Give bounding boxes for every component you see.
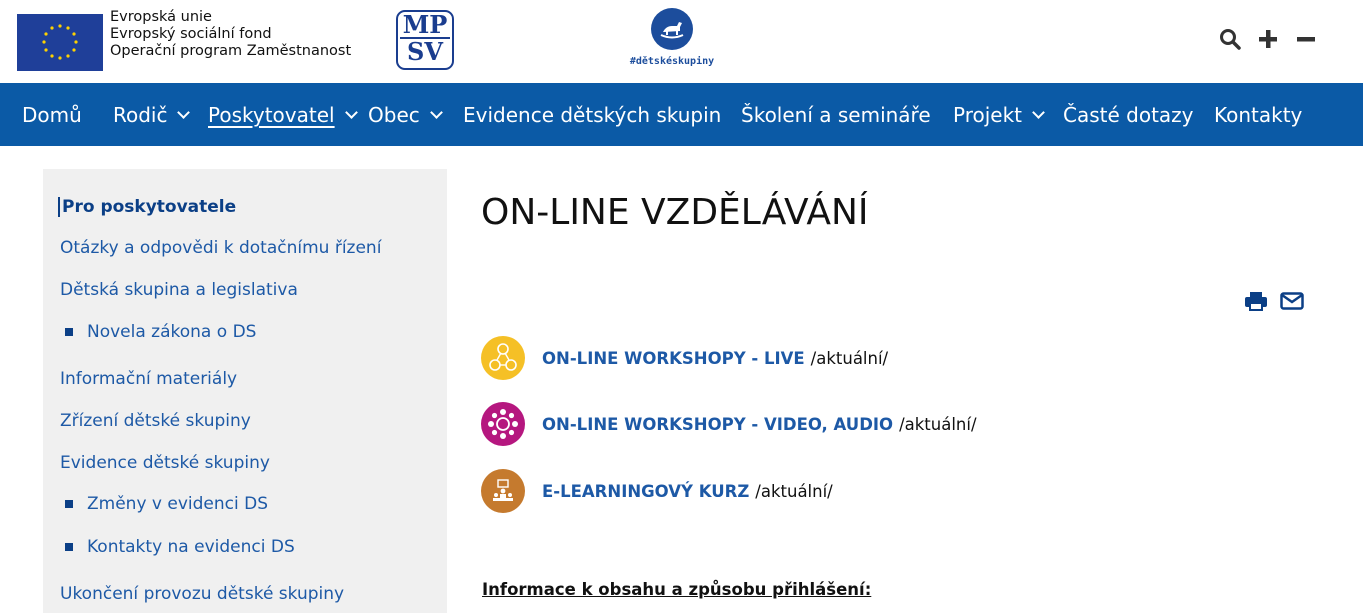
bullet-square-icon: [65, 328, 73, 336]
list-item: ON-LINE WORKSHOPY - VIDEO, AUDIO /aktuál…: [481, 402, 977, 446]
row-status-text: /aktuální/: [755, 481, 833, 501]
page-actions: [1243, 290, 1305, 312]
nav-item-caste-dotazy[interactable]: Časté dotazy: [1063, 83, 1194, 146]
chevron-down-icon: [1032, 105, 1045, 119]
sidebar-item-informacni-materialy[interactable]: Informační materiály: [60, 369, 237, 389]
workshopy-live-link[interactable]: ON-LINE WORKSHOPY - LIVE: [542, 349, 805, 368]
list-item: ON-LINE WORKSHOPY - LIVE /aktuální/: [481, 336, 888, 380]
sidebar-subitem-kontakty[interactable]: Kontakty na evidenci DS: [65, 537, 295, 557]
nav-item-domu[interactable]: Domů: [22, 83, 82, 146]
rocking-horse-icon: [651, 8, 693, 50]
nav-item-label: Kontakty: [1214, 102, 1303, 127]
sidebar-item-legislativa[interactable]: Dětská skupina a legislativa: [60, 280, 298, 300]
row-status-text: /aktuální/: [899, 414, 977, 434]
mpsv-logo[interactable]: MP SV: [396, 10, 454, 70]
sidebar-menu: Pro poskytovatele Otázky a odpovědi k do…: [43, 169, 447, 613]
sidebar-item-zrizeni[interactable]: Zřízení dětské skupiny: [60, 411, 251, 431]
bullet-square-icon: [65, 543, 73, 551]
chevron-down-icon: [177, 105, 191, 119]
nav-item-label: Projekt: [953, 102, 1023, 127]
list-item: E-LEARNINGOVÝ KURZ /aktuální/: [481, 469, 833, 513]
chevron-down-icon: [344, 105, 358, 119]
bullet-square-icon: [65, 500, 73, 508]
nav-item-label: Domů: [22, 102, 82, 127]
nav-item-label: Poskytovatel: [208, 102, 335, 127]
nav-item-rodic[interactable]: Rodič: [113, 83, 191, 146]
nav-item-obec[interactable]: Obec: [368, 83, 443, 146]
eu-text-line: Operační program Zaměstnanost: [110, 43, 352, 59]
row-status-text: /aktuální/: [810, 348, 889, 368]
chevron-down-icon: [429, 105, 443, 119]
sidebar-subitem-label: Novela zákona o DS: [87, 322, 257, 342]
nav-item-label: Evidence dětských skupin: [463, 102, 722, 127]
sidebar-item-ukonceni[interactable]: Ukončení provozu dětské skupiny: [60, 584, 344, 604]
print-icon: [1245, 292, 1267, 311]
sidebar-item-evidence[interactable]: Evidence dětské skupiny: [60, 453, 270, 473]
presentation-icon: [481, 469, 525, 513]
eu-text-line: Evropský sociální fond: [110, 26, 272, 42]
print-button[interactable]: [1243, 290, 1269, 312]
header-tools: [1218, 24, 1318, 54]
font-increase-button[interactable]: [1256, 24, 1280, 54]
site-header: Evropská unie Evropský sociální fond Ope…: [0, 0, 1363, 82]
main-navigation: Domů Rodič Poskytovatel Obec Evidence dě…: [0, 83, 1363, 146]
sidebar-item-pro-poskytovatele[interactable]: Pro poskytovatele: [58, 197, 236, 217]
detske-skupiny-hashtag: #dětskéskupiny: [629, 56, 715, 67]
sidebar-item-otazky[interactable]: Otázky a odpovědi k dotačnímu řízení: [60, 238, 381, 258]
minus-icon: [1297, 37, 1315, 42]
nav-item-label: Obec: [368, 102, 420, 127]
search-button[interactable]: [1218, 24, 1242, 54]
mail-icon: [1280, 292, 1304, 310]
sidebar-subitem-label: Kontakty na evidenci DS: [87, 537, 295, 557]
sidebar-subitem-label: Změny v evidenci DS: [87, 494, 268, 514]
eu-text-line: Evropská unie: [110, 9, 212, 25]
nav-item-label: Školení a semináře: [741, 102, 931, 127]
eu-funding-text: Evropská unie Evropský sociální fond Ope…: [110, 9, 351, 60]
sidebar-subitem-novela[interactable]: Novela zákona o DS: [65, 322, 256, 342]
search-icon: [1220, 29, 1241, 50]
nav-item-label: Rodič: [113, 102, 168, 127]
nav-item-skoleni[interactable]: Školení a semináře: [741, 83, 931, 146]
mpsv-logo-top: MP: [402, 10, 448, 39]
eu-flag-logo: [17, 14, 103, 71]
info-heading: Informace k obsahu a způsobu přihlášení:: [482, 580, 872, 599]
people-network-icon: [481, 336, 525, 380]
email-button[interactable]: [1279, 290, 1305, 312]
workshopy-video-audio-link[interactable]: ON-LINE WORKSHOPY - VIDEO, AUDIO: [542, 415, 893, 434]
page-title: ON-LINE VZDĚLÁVÁNÍ: [481, 192, 869, 233]
detske-skupiny-logo[interactable]: #dětskéskupiny: [612, 8, 732, 76]
mpsv-logo-bottom: SV: [407, 37, 443, 66]
nav-item-poskytovatel[interactable]: Poskytovatel: [208, 83, 358, 146]
e-learning-link[interactable]: E-LEARNINGOVÝ KURZ: [542, 482, 749, 501]
nav-item-projekt[interactable]: Projekt: [953, 83, 1045, 146]
nav-item-evidence[interactable]: Evidence dětských skupin: [463, 83, 721, 146]
font-decrease-button[interactable]: [1294, 24, 1318, 54]
sidebar-subitem-zmeny[interactable]: Změny v evidenci DS: [65, 494, 268, 514]
nav-item-kontakty[interactable]: Kontakty: [1214, 83, 1302, 146]
plus-icon: [1259, 30, 1277, 48]
people-circle-icon: [481, 402, 525, 446]
nav-item-label: Časté dotazy: [1063, 102, 1194, 127]
